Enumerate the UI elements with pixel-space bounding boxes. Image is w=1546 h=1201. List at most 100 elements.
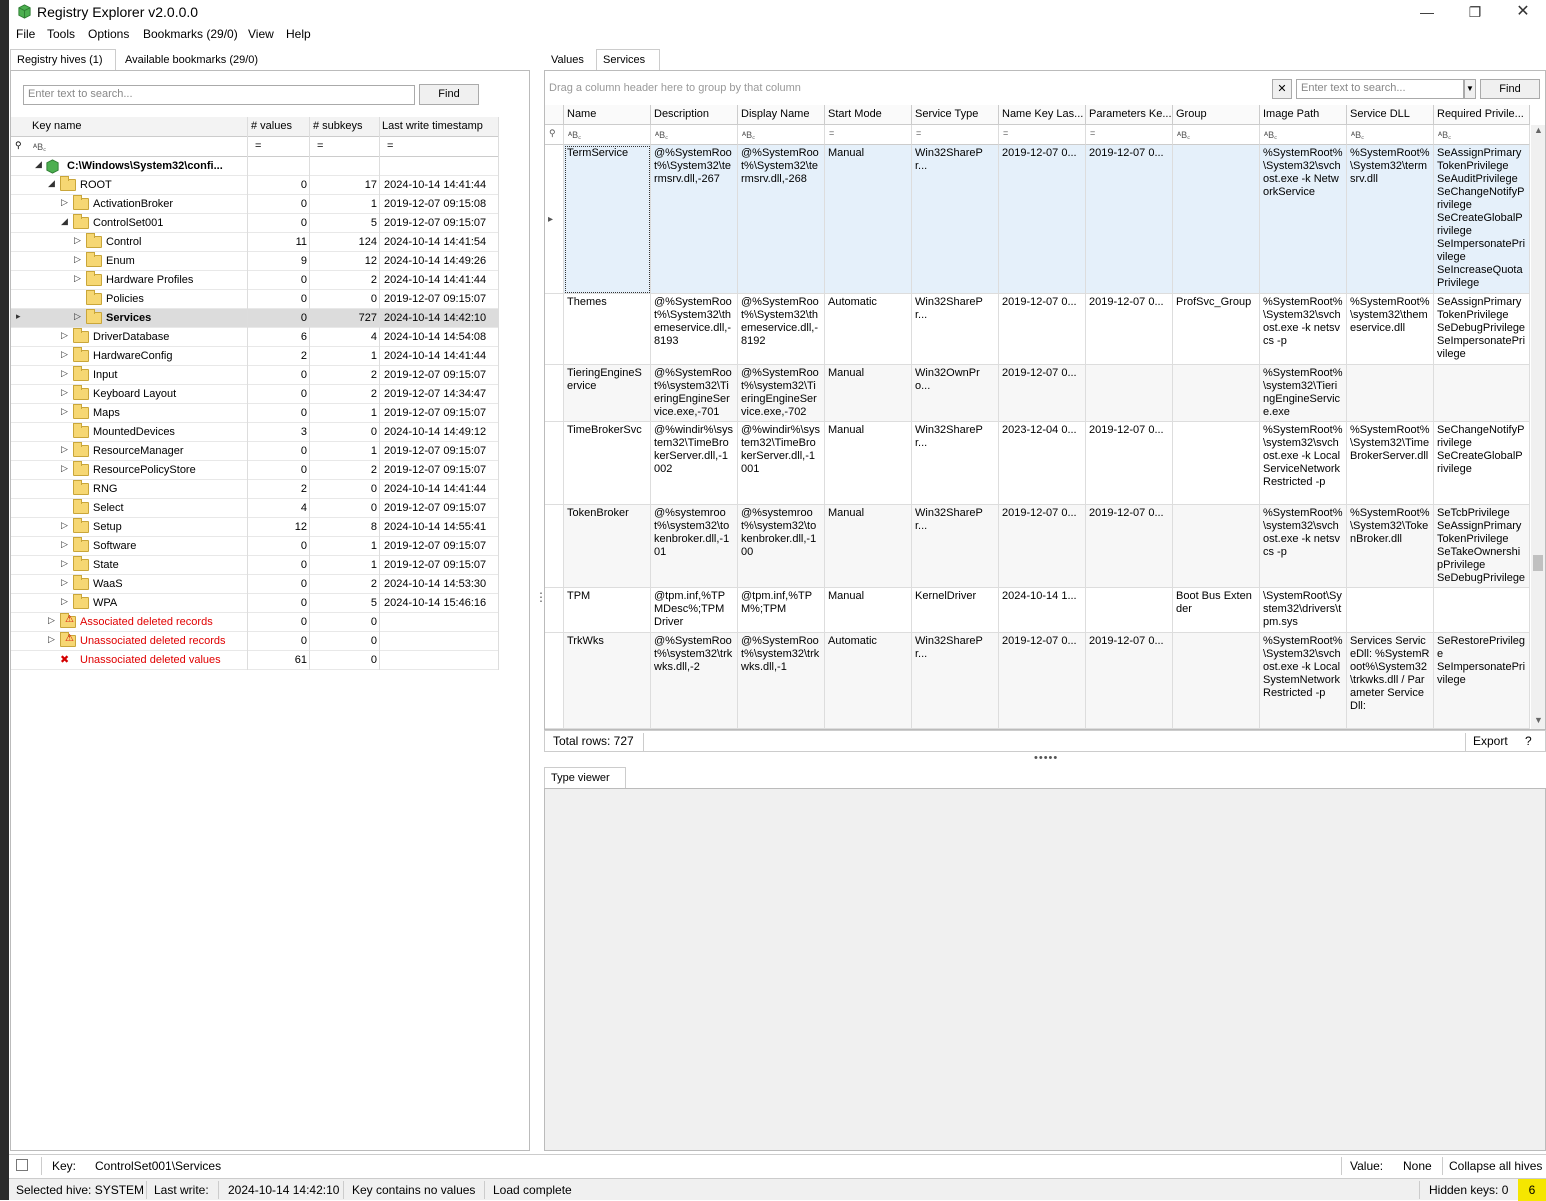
grid-cell[interactable]: 2019-12-07 0... (1086, 294, 1173, 365)
grid-column-header[interactable]: Service DLL (1347, 105, 1434, 125)
menu-help[interactable]: Help (286, 27, 311, 41)
grid-cell[interactable]: @%SystemRoot%\system32\trkwks.dll,-1 (738, 633, 825, 729)
expander-icon[interactable]: ▷ (61, 197, 68, 208)
grid-cell[interactable]: Win32OwnPro... (912, 365, 999, 422)
grid-cell[interactable]: ProfSvc_Group (1173, 294, 1260, 365)
grid-cell[interactable]: @%SystemRoot%\system32\TieringEngineServ… (651, 365, 738, 422)
notification-badge[interactable]: 6 (1518, 1179, 1546, 1201)
checkbox[interactable] (16, 1159, 28, 1171)
grid-cell[interactable]: 2019-12-07 0... (999, 145, 1086, 294)
grid-cell[interactable]: @%SystemRoot%\System32\termsrv.dll,-268 (738, 145, 825, 294)
grid-cell[interactable] (1086, 588, 1173, 633)
grid-cell[interactable]: SeRestorePrivilege SeImpersonatePrivileg… (1434, 633, 1530, 729)
grid-cell[interactable]: \SystemRoot\System32\drivers\tpm.sys (1260, 588, 1347, 633)
grid-cell[interactable]: %SystemRoot%\System32\svchost.exe -k net… (1260, 294, 1347, 365)
grid-cell[interactable]: Win32SharePr... (912, 294, 999, 365)
splitter-grip-horizontal[interactable]: ••••• (1034, 752, 1058, 764)
grid-cell[interactable]: 2019-12-07 0... (1086, 145, 1173, 294)
menu-bookmarks[interactable]: Bookmarks (29/0) (143, 27, 238, 41)
grid-cell[interactable]: Automatic (825, 294, 912, 365)
grid-cell[interactable]: 2019-12-07 0... (999, 365, 1086, 422)
tree-row[interactable]: ▷ ResourcePolicyStore 0 2 2019-12-07 09:15:0… (11, 461, 499, 480)
grid-column-header[interactable]: Description (651, 105, 738, 125)
col-last-write[interactable]: Last write timestamp (382, 120, 483, 132)
grid-cell[interactable]: TieringEngineService (564, 365, 651, 422)
expander-icon[interactable]: ▷ (74, 273, 81, 284)
row-indicator[interactable]: ▸ (545, 145, 564, 294)
grid-cell[interactable]: @%SystemRoot%\system32\TieringEngineServ… (738, 365, 825, 422)
expander-icon[interactable]: ◢ (35, 159, 42, 170)
grid-cell[interactable]: Manual (825, 365, 912, 422)
tree-row[interactable]: ▷ WPA 0 5 2024-10-14 15:46:16 (11, 594, 499, 613)
tree-row[interactable]: ▷ Control 11 124 2024-10-14 14:41:54 (11, 233, 499, 252)
grid-cell[interactable]: Services ServiceDll: %SystemRoot%\System… (1347, 633, 1434, 729)
grid-filter-cell[interactable]: ᴬB꜀ (1173, 125, 1260, 145)
grid-column-header[interactable]: Image Path (1260, 105, 1347, 125)
grid-filter-cell[interactable]: ᴬB꜀ (1434, 125, 1530, 145)
row-indicator[interactable] (545, 365, 564, 422)
grid-filter-cell[interactable]: ᴬB꜀ (1260, 125, 1347, 145)
tab-available-bookmarks[interactable]: Available bookmarks (29/0) (118, 49, 266, 71)
grid-cell[interactable]: @tpm.inf,%TPM%;TPM (738, 588, 825, 633)
grid-filter-cell[interactable]: = (999, 125, 1086, 145)
expander-icon[interactable]: ▷ (61, 558, 68, 569)
expander-icon[interactable]: ▷ (61, 539, 68, 550)
tree-row[interactable]: ▷ ⚠ Unassociated deleted records 0 0 (11, 632, 499, 651)
grid-cell[interactable]: TimeBrokerSvc (564, 422, 651, 505)
expander-icon[interactable]: ▷ (74, 311, 81, 322)
clear-search-icon[interactable]: ✕ (1272, 79, 1292, 99)
row-indicator[interactable] (545, 633, 564, 729)
grid-search-input[interactable]: Enter text to search... (1296, 79, 1464, 99)
grid-filter-cell[interactable]: ᴬB꜀ (738, 125, 825, 145)
grid-filter-cell[interactable]: ᴬB꜀ (651, 125, 738, 145)
grid-column-header[interactable]: Name (564, 105, 651, 125)
expander-icon[interactable]: ▷ (61, 444, 68, 455)
grid-cell[interactable] (1173, 633, 1260, 729)
expander-icon[interactable]: ▷ (61, 330, 68, 341)
search-dropdown-icon[interactable]: ▼ (1464, 79, 1476, 99)
grid-cell[interactable]: SeAssignPrimaryTokenPrivilege SeDebugPri… (1434, 294, 1530, 365)
tree-row[interactable]: ▷ ⚠ Associated deleted records 0 0 (11, 613, 499, 632)
expander-icon[interactable]: ▷ (61, 520, 68, 531)
expander-icon[interactable]: ▷ (74, 235, 81, 246)
grid-cell[interactable]: @tpm.inf,%TPMDesc%;TPM Driver (651, 588, 738, 633)
grid-cell[interactable]: 2019-12-07 0... (999, 633, 1086, 729)
col-key-name[interactable]: Key name (32, 120, 82, 132)
row-indicator[interactable] (545, 505, 564, 588)
grid-cell[interactable]: %SystemRoot%\System32\svchost.exe -k Loc… (1260, 633, 1347, 729)
grid-cell[interactable]: Manual (825, 588, 912, 633)
expander-icon[interactable]: ▷ (61, 577, 68, 588)
grid-cell[interactable] (1173, 505, 1260, 588)
grid-cell[interactable]: @%SystemRoot%\System32\termsrv.dll,-267 (651, 145, 738, 294)
tree-search-input[interactable]: Enter text to search... (23, 85, 415, 105)
grid-column-header[interactable]: Display Name (738, 105, 825, 125)
grid-filter-cell[interactable]: = (1086, 125, 1173, 145)
grid-column-header[interactable]: Name Key Las... (999, 105, 1086, 125)
expander-icon[interactable]: ▷ (48, 615, 55, 626)
grid-filter-cell[interactable]: ᴬB꜀ (1347, 125, 1434, 145)
tree-row[interactable]: ▷ ResourceManager 0 1 2019-12-07 09:15:07 (11, 442, 499, 461)
tree-row[interactable]: ◢ ControlSet001 0 5 2019-12-07 09:15:07 (11, 214, 499, 233)
filter-equals-icon[interactable]: = (387, 140, 393, 152)
expander-icon[interactable]: ▷ (61, 368, 68, 379)
grid-cell[interactable]: 2019-12-07 0... (999, 505, 1086, 588)
row-indicator[interactable] (545, 294, 564, 365)
expander-icon[interactable]: ▷ (74, 254, 81, 265)
tab-registry-hives[interactable]: Registry hives (1) (10, 49, 116, 71)
minimize-button[interactable]: — (1415, 3, 1439, 21)
grid-cell[interactable]: Win32SharePr... (912, 633, 999, 729)
tree-row[interactable]: ▷ Enum 9 12 2024-10-14 14:49:26 (11, 252, 499, 271)
grid-cell[interactable]: %SystemRoot%\System32\svchost.exe -k Net… (1260, 145, 1347, 294)
grid-cell[interactable] (1347, 365, 1434, 422)
tree-row[interactable]: ▷ Maps 0 1 2019-12-07 09:15:07 (11, 404, 499, 423)
grid-cell[interactable]: %SystemRoot%\system32\svchost.exe -k net… (1260, 505, 1347, 588)
menu-view[interactable]: View (248, 27, 274, 41)
grid-cell[interactable]: TermService (564, 145, 651, 294)
tree-row[interactable]: ▷ Hardware Profiles 0 2 2024-10-14 14:41:44 (11, 271, 499, 290)
grid-cell[interactable]: @%windir%\system32\TimeBrokerServer.dll,… (738, 422, 825, 505)
tree-row[interactable]: ◢ ROOT 0 17 2024-10-14 14:41:44 (11, 176, 499, 195)
grid-find-button[interactable]: Find (1480, 79, 1540, 99)
grid-cell[interactable]: @%windir%\system32\TimeBrokerServer.dll,… (651, 422, 738, 505)
scroll-down-icon[interactable]: ▼ (1534, 715, 1543, 725)
grid-cell[interactable]: SeAssignPrimaryTokenPrivilege SeAuditPri… (1434, 145, 1530, 294)
